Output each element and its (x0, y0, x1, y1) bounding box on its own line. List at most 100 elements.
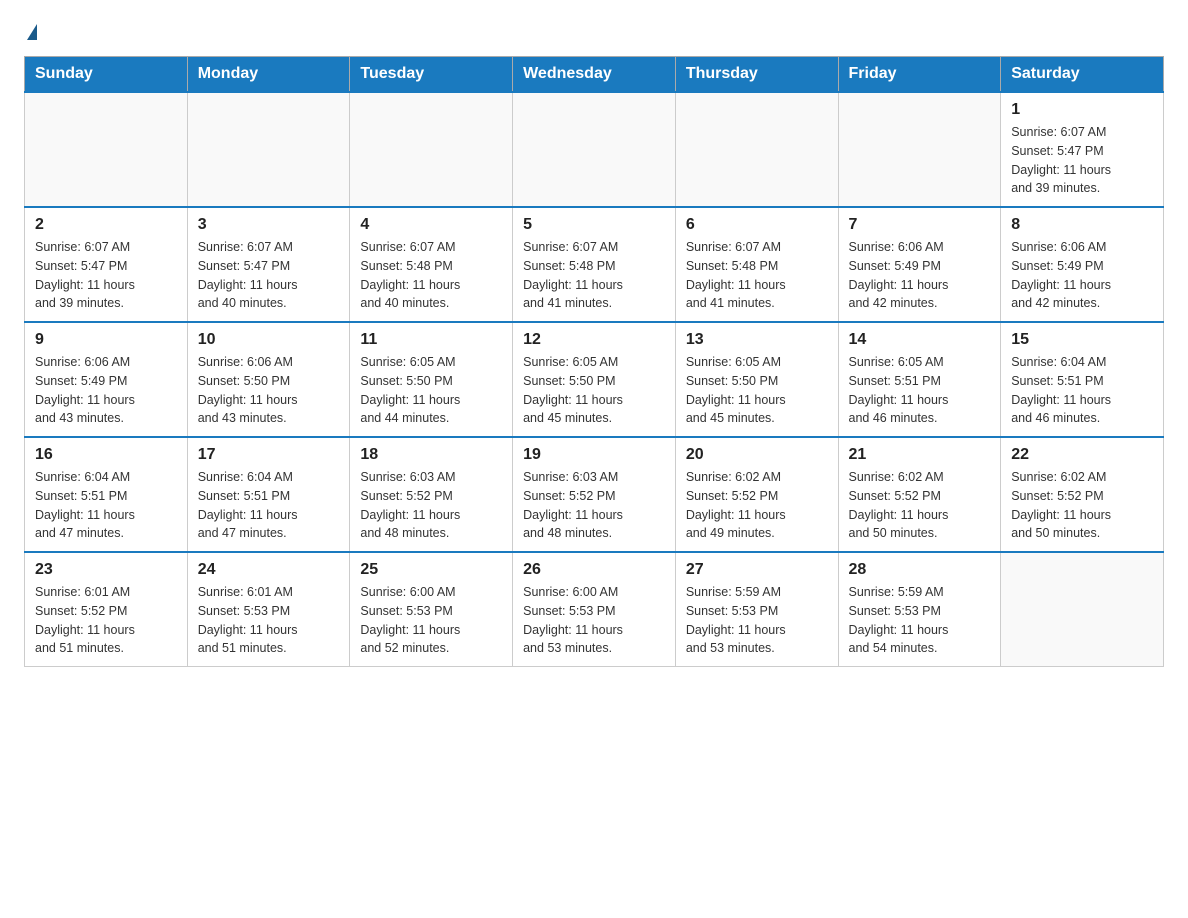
calendar-cell (187, 92, 350, 207)
day-number: 15 (1011, 331, 1153, 349)
calendar-cell: 15 Sunrise: 6:04 AMSunset: 5:51 PMDayligh… (1001, 322, 1164, 437)
calendar-cell: 24 Sunrise: 6:01 AMSunset: 5:53 PMDayligh… (187, 552, 350, 667)
logo (24, 24, 37, 40)
day-info: Sunrise: 5:59 AMSunset: 5:53 PMDaylight:… (686, 583, 828, 658)
calendar-cell: 12Sunrise: 6:05 AMSunset: 5:50 PMDayligh… (513, 322, 676, 437)
calendar-cell (25, 92, 188, 207)
day-number: 17 (198, 446, 340, 464)
weekday-header-wednesday: Wednesday (513, 57, 676, 93)
weekday-header-row: SundayMondayTuesdayWednesdayThursdayFrid… (25, 57, 1164, 93)
calendar-cell: 25 Sunrise: 6:00 AMSunset: 5:53 PMDayligh… (350, 552, 513, 667)
day-number: 16 (35, 446, 177, 464)
calendar-cell: 5 Sunrise: 6:07 AMSunset: 5:48 PMDaylight… (513, 207, 676, 322)
day-info: Sunrise: 6:07 AMSunset: 5:47 PMDaylight:… (35, 238, 177, 313)
calendar-cell: 26 Sunrise: 6:00 AMSunset: 5:53 PMDayligh… (513, 552, 676, 667)
calendar-cell: 23 Sunrise: 6:01 AMSunset: 5:52 PMDayligh… (25, 552, 188, 667)
weekday-header-thursday: Thursday (675, 57, 838, 93)
day-info: Sunrise: 6:06 AMSunset: 5:49 PMDaylight:… (849, 238, 991, 313)
calendar-cell: 18Sunrise: 6:03 AMSunset: 5:52 PMDayligh… (350, 437, 513, 552)
day-info: Sunrise: 6:05 AMSunset: 5:50 PMDaylight:… (360, 353, 502, 428)
calendar-cell: 8 Sunrise: 6:06 AMSunset: 5:49 PMDaylight… (1001, 207, 1164, 322)
day-number: 14 (849, 331, 991, 349)
day-info: Sunrise: 6:01 AMSunset: 5:52 PMDaylight:… (35, 583, 177, 658)
weekday-header-monday: Monday (187, 57, 350, 93)
day-info: Sunrise: 6:02 AMSunset: 5:52 PMDaylight:… (849, 468, 991, 543)
calendar-week-row: 23 Sunrise: 6:01 AMSunset: 5:52 PMDayligh… (25, 552, 1164, 667)
day-info: Sunrise: 6:04 AMSunset: 5:51 PMDaylight:… (198, 468, 340, 543)
calendar-cell: 4 Sunrise: 6:07 AMSunset: 5:48 PMDaylight… (350, 207, 513, 322)
day-info: Sunrise: 6:04 AMSunset: 5:51 PMDaylight:… (35, 468, 177, 543)
weekday-header-tuesday: Tuesday (350, 57, 513, 93)
day-info: Sunrise: 6:00 AMSunset: 5:53 PMDaylight:… (523, 583, 665, 658)
day-number: 24 (198, 561, 340, 579)
day-number: 8 (1011, 216, 1153, 234)
calendar-cell: 14 Sunrise: 6:05 AMSunset: 5:51 PMDayligh… (838, 322, 1001, 437)
day-number: 27 (686, 561, 828, 579)
calendar-week-row: 16 Sunrise: 6:04 AMSunset: 5:51 PMDayligh… (25, 437, 1164, 552)
day-info: Sunrise: 6:06 AMSunset: 5:49 PMDaylight:… (1011, 238, 1153, 313)
day-number: 10 (198, 331, 340, 349)
calendar-cell: 20 Sunrise: 6:02 AMSunset: 5:52 PMDayligh… (675, 437, 838, 552)
day-number: 28 (849, 561, 991, 579)
calendar-cell: 28 Sunrise: 5:59 AMSunset: 5:53 PMDayligh… (838, 552, 1001, 667)
day-info: Sunrise: 6:06 AMSunset: 5:50 PMDaylight:… (198, 353, 340, 428)
day-number: 5 (523, 216, 665, 234)
calendar-week-row: 1 Sunrise: 6:07 AMSunset: 5:47 PMDaylight… (25, 92, 1164, 207)
day-number: 18 (360, 446, 502, 464)
day-info: Sunrise: 6:03 AMSunset: 5:52 PMDaylight:… (523, 468, 665, 543)
calendar-cell (1001, 552, 1164, 667)
calendar-cell: 11 Sunrise: 6:05 AMSunset: 5:50 PMDayligh… (350, 322, 513, 437)
day-number: 9 (35, 331, 177, 349)
calendar-cell: 3 Sunrise: 6:07 AMSunset: 5:47 PMDaylight… (187, 207, 350, 322)
calendar-cell: 13Sunrise: 6:05 AMSunset: 5:50 PMDayligh… (675, 322, 838, 437)
day-number: 13 (686, 331, 828, 349)
calendar-week-row: 2Sunrise: 6:07 AMSunset: 5:47 PMDaylight… (25, 207, 1164, 322)
day-info: Sunrise: 6:07 AMSunset: 5:48 PMDaylight:… (360, 238, 502, 313)
day-number: 22 (1011, 446, 1153, 464)
logo-triangle-icon (27, 24, 37, 40)
day-number: 25 (360, 561, 502, 579)
day-number: 21 (849, 446, 991, 464)
calendar-table: SundayMondayTuesdayWednesdayThursdayFrid… (24, 56, 1164, 667)
day-number: 12 (523, 331, 665, 349)
day-number: 23 (35, 561, 177, 579)
calendar-cell: 7 Sunrise: 6:06 AMSunset: 5:49 PMDaylight… (838, 207, 1001, 322)
day-number: 19 (523, 446, 665, 464)
calendar-cell (675, 92, 838, 207)
day-info: Sunrise: 6:02 AMSunset: 5:52 PMDaylight:… (686, 468, 828, 543)
page-header (24, 24, 1164, 40)
calendar-week-row: 9 Sunrise: 6:06 AMSunset: 5:49 PMDaylight… (25, 322, 1164, 437)
day-info: Sunrise: 6:07 AMSunset: 5:47 PMDaylight:… (198, 238, 340, 313)
day-info: Sunrise: 6:02 AMSunset: 5:52 PMDaylight:… (1011, 468, 1153, 543)
day-number: 3 (198, 216, 340, 234)
calendar-cell (350, 92, 513, 207)
day-number: 1 (1011, 101, 1153, 119)
day-info: Sunrise: 5:59 AMSunset: 5:53 PMDaylight:… (849, 583, 991, 658)
day-info: Sunrise: 6:00 AMSunset: 5:53 PMDaylight:… (360, 583, 502, 658)
calendar-cell (838, 92, 1001, 207)
weekday-header-saturday: Saturday (1001, 57, 1164, 93)
calendar-cell: 10 Sunrise: 6:06 AMSunset: 5:50 PMDayligh… (187, 322, 350, 437)
day-number: 26 (523, 561, 665, 579)
calendar-cell: 9 Sunrise: 6:06 AMSunset: 5:49 PMDaylight… (25, 322, 188, 437)
day-info: Sunrise: 6:07 AMSunset: 5:48 PMDaylight:… (523, 238, 665, 313)
calendar-cell: 19 Sunrise: 6:03 AMSunset: 5:52 PMDayligh… (513, 437, 676, 552)
calendar-cell: 16 Sunrise: 6:04 AMSunset: 5:51 PMDayligh… (25, 437, 188, 552)
weekday-header-sunday: Sunday (25, 57, 188, 93)
calendar-body: 1 Sunrise: 6:07 AMSunset: 5:47 PMDaylight… (25, 92, 1164, 667)
day-info: Sunrise: 6:05 AMSunset: 5:51 PMDaylight:… (849, 353, 991, 428)
day-number: 11 (360, 331, 502, 349)
weekday-header-friday: Friday (838, 57, 1001, 93)
calendar-cell: 17 Sunrise: 6:04 AMSunset: 5:51 PMDayligh… (187, 437, 350, 552)
day-info: Sunrise: 6:01 AMSunset: 5:53 PMDaylight:… (198, 583, 340, 658)
calendar-cell (513, 92, 676, 207)
day-info: Sunrise: 6:07 AMSunset: 5:47 PMDaylight:… (1011, 123, 1153, 198)
day-number: 20 (686, 446, 828, 464)
day-number: 4 (360, 216, 502, 234)
calendar-header: SundayMondayTuesdayWednesdayThursdayFrid… (25, 57, 1164, 93)
day-info: Sunrise: 6:04 AMSunset: 5:51 PMDaylight:… (1011, 353, 1153, 428)
calendar-cell: 6Sunrise: 6:07 AMSunset: 5:48 PMDaylight… (675, 207, 838, 322)
day-number: 7 (849, 216, 991, 234)
calendar-cell: 22 Sunrise: 6:02 AMSunset: 5:52 PMDayligh… (1001, 437, 1164, 552)
day-info: Sunrise: 6:06 AMSunset: 5:49 PMDaylight:… (35, 353, 177, 428)
